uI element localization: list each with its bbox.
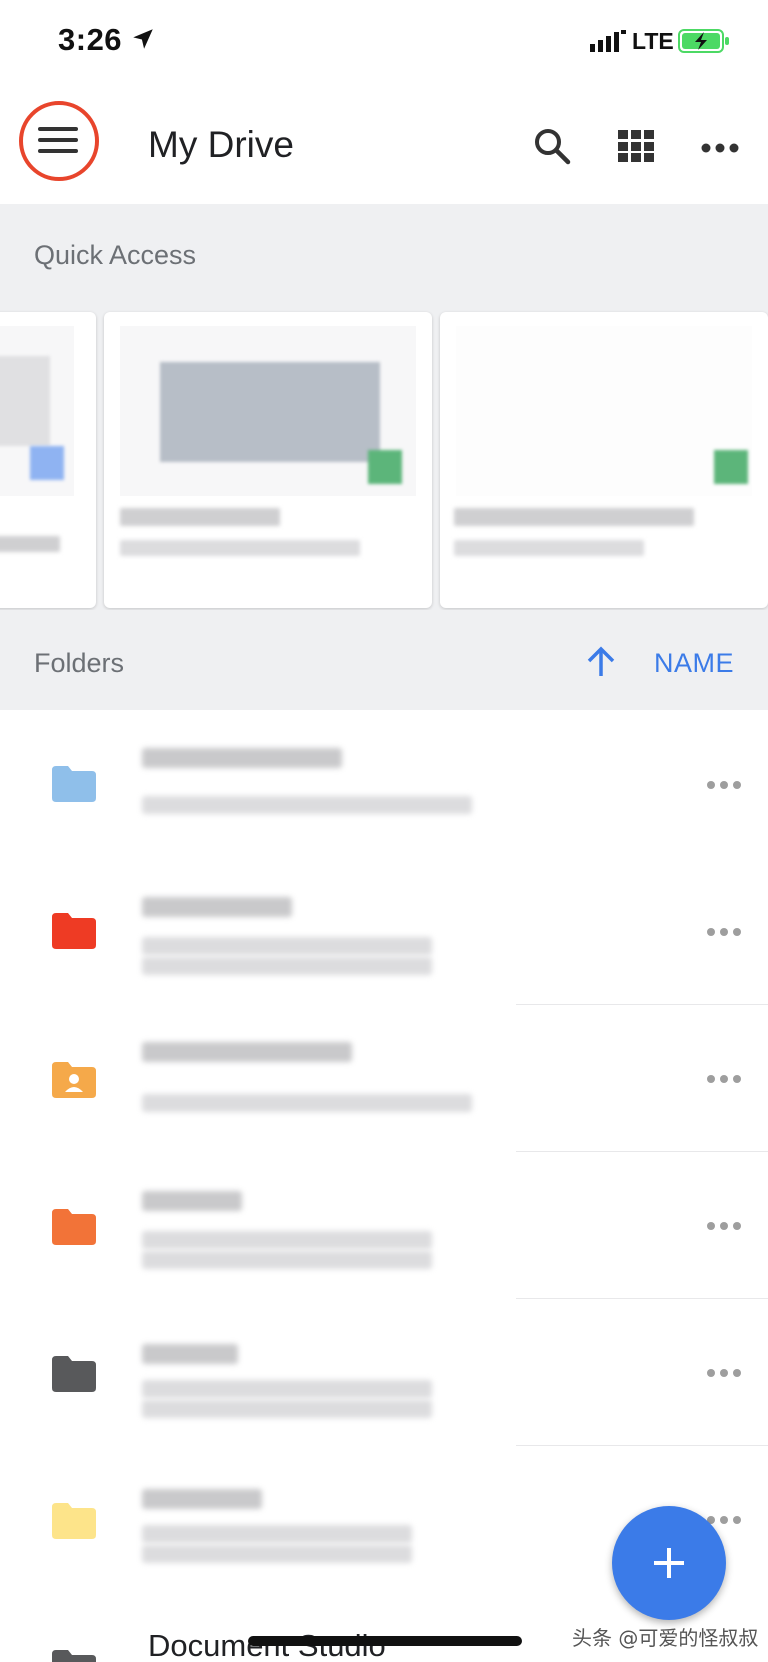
new-item-fab-button[interactable]: [612, 1506, 726, 1620]
signal-icon: [590, 30, 626, 52]
quick-access-card[interactable]: [440, 312, 768, 608]
folder-meta-blurred: [142, 1094, 472, 1112]
folder-list-item[interactable]: [0, 1151, 768, 1298]
folder-meta-blurred: [142, 1231, 432, 1249]
row-divider: [516, 1151, 768, 1152]
more-horizontal-icon[interactable]: [706, 1221, 742, 1231]
folder-meta-blurred: [142, 1380, 432, 1398]
folders-label: Folders: [34, 648, 125, 678]
network-type: LTE: [632, 28, 674, 54]
page-title: My Drive: [148, 124, 294, 165]
folder-meta-blurred: [142, 796, 472, 814]
folder-meta-blurred: [142, 1545, 412, 1563]
folder-list-item[interactable]: [0, 1298, 768, 1445]
app-bar: My Drive: [0, 90, 768, 204]
quick-access-card[interactable]: [104, 312, 432, 608]
shared-folder-icon: [52, 1062, 96, 1098]
folder-list-item[interactable]: [0, 710, 768, 857]
folder-icon: [52, 766, 96, 802]
more-horizontal-icon[interactable]: [706, 780, 742, 790]
folder-name-blurred: [142, 748, 342, 768]
quick-access-section: Quick Access: [0, 204, 768, 610]
folder-meta-blurred: [142, 1251, 432, 1269]
row-divider: [516, 1298, 768, 1299]
folder-name-blurred: [142, 897, 292, 917]
folder-meta-blurred: [142, 957, 432, 975]
file-thumbnail: [0, 326, 74, 496]
hamburger-menu-icon[interactable]: [38, 127, 78, 157]
more-horizontal-icon[interactable]: [706, 1074, 742, 1084]
folder-icon: [52, 1650, 96, 1662]
home-indicator: [248, 1636, 522, 1646]
folder-name-blurred: [142, 1489, 262, 1509]
row-divider: [516, 1004, 768, 1005]
more-horizontal-icon[interactable]: [706, 1368, 742, 1378]
folder-icon: [52, 1209, 96, 1245]
sort-by-name-button[interactable]: NAME: [654, 648, 734, 679]
quick-access-card[interactable]: [0, 312, 96, 608]
location-arrow-icon: [133, 29, 153, 49]
plus-icon: [654, 1548, 684, 1578]
file-thumbnail: [120, 326, 416, 496]
grid-view-icon[interactable]: [618, 130, 654, 162]
more-horizontal-icon[interactable]: [700, 142, 740, 154]
folders-header: Folders NAME: [0, 610, 768, 710]
folder-name-blurred: [142, 1344, 238, 1364]
quick-access-label: Quick Access: [34, 240, 197, 270]
folder-list-item[interactable]: [0, 1004, 768, 1151]
arrow-up-icon[interactable]: [586, 646, 616, 678]
more-horizontal-icon[interactable]: [706, 927, 742, 937]
status-bar: 3:26 LTE: [0, 0, 768, 80]
folder-meta-blurred: [142, 937, 432, 955]
folder-meta-blurred: [142, 1525, 412, 1543]
folder-name-blurred: [142, 1191, 242, 1211]
row-divider: [516, 1445, 768, 1446]
folder-icon: [52, 1356, 96, 1392]
folder-icon: [52, 913, 96, 949]
battery-charging-icon: [678, 29, 729, 53]
search-icon[interactable]: [532, 126, 572, 166]
folder-meta-blurred: [142, 1400, 432, 1418]
watermark: 头条 @可爱的怪叔叔: [572, 1626, 759, 1650]
status-time: 3:26: [58, 22, 123, 57]
file-thumbnail: [456, 326, 752, 496]
folder-icon: [52, 1503, 96, 1539]
folder-list-item[interactable]: [0, 857, 768, 1004]
folder-name-blurred: [142, 1042, 352, 1062]
